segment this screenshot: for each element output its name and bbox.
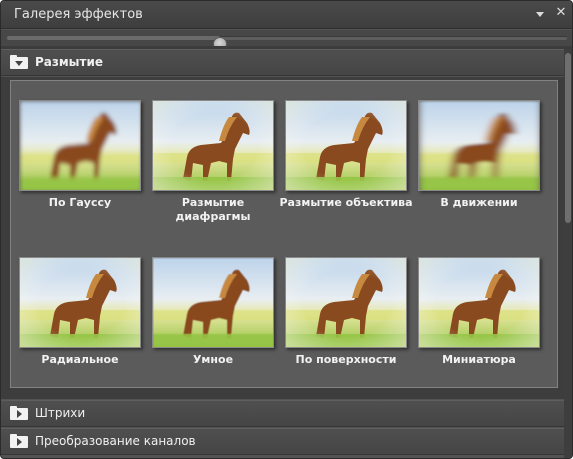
effect-preview-image[interactable] bbox=[152, 257, 274, 348]
effect-thumbnail-item[interactable]: Размытие объектива bbox=[279, 100, 413, 250]
effect-label: Умное bbox=[192, 353, 234, 366]
effects-grid: По Гауссу Размытие диафрагмы Размытие об… bbox=[10, 80, 558, 388]
effect-thumbnail-item[interactable]: Размытие диафрагмы bbox=[152, 100, 276, 250]
blur-effects-area: По Гауссу Размытие диафрагмы Размытие об… bbox=[1, 77, 564, 399]
chevron-down-icon[interactable] bbox=[534, 8, 546, 20]
section-header-channel-transform[interactable]: Преобразование каналов bbox=[1, 428, 564, 455]
folder-closed-icon bbox=[10, 406, 28, 420]
section-label: Преобразование каналов bbox=[35, 434, 196, 448]
vertical-scrollbar[interactable] bbox=[564, 49, 572, 458]
panel-titlebar: Галерея эффектов ✕ bbox=[1, 1, 572, 29]
effect-label: В движении bbox=[440, 196, 518, 209]
zoom-slider-row bbox=[1, 30, 572, 51]
effect-thumbnail-item[interactable]: По поверхности bbox=[285, 257, 409, 407]
effect-preview-image[interactable] bbox=[152, 100, 274, 191]
effect-label: По поверхности bbox=[295, 353, 397, 366]
effect-preview-image[interactable] bbox=[285, 100, 407, 191]
panel-title: Галерея эффектов bbox=[14, 7, 143, 22]
scrollbar-thumb[interactable] bbox=[565, 53, 571, 223]
folder-closed-icon bbox=[10, 434, 28, 448]
section-header-blur[interactable]: Размытие bbox=[1, 49, 564, 76]
section-header-strokes[interactable]: Штрихи bbox=[1, 400, 564, 427]
effect-preview-image[interactable] bbox=[418, 100, 540, 191]
effect-preview-image[interactable] bbox=[19, 100, 141, 191]
folder-open-icon bbox=[10, 55, 28, 69]
effect-label: Размытие диафрагмы bbox=[175, 196, 251, 223]
effect-preview-image[interactable] bbox=[418, 257, 540, 348]
effect-thumbnail-item[interactable]: Умное bbox=[152, 257, 276, 407]
effect-thumbnail-item[interactable]: Радиальное bbox=[19, 257, 143, 407]
effect-thumbnail-item[interactable]: По Гауссу bbox=[19, 100, 143, 250]
effect-label: Размытие объектива bbox=[279, 196, 413, 209]
close-icon[interactable]: ✕ bbox=[554, 6, 568, 20]
effect-label: Миниатюра bbox=[442, 353, 516, 366]
section-label: Штрихи bbox=[35, 406, 86, 420]
effect-thumbnail-item[interactable]: Миниатюра bbox=[418, 257, 542, 407]
effect-label: По Гауссу bbox=[48, 196, 112, 209]
effect-thumbnail-item[interactable]: В движении bbox=[418, 100, 542, 250]
effect-preview-image[interactable] bbox=[285, 257, 407, 348]
effect-preview-image[interactable] bbox=[19, 257, 141, 348]
section-label: Размытие bbox=[35, 55, 104, 69]
effects-gallery-panel: Галерея эффектов ✕ Размытие По Гауссу Ра… bbox=[0, 0, 573, 459]
zoom-slider[interactable] bbox=[7, 36, 567, 51]
zoom-slider-fill bbox=[7, 36, 220, 40]
effect-label: Радиальное bbox=[41, 353, 119, 366]
